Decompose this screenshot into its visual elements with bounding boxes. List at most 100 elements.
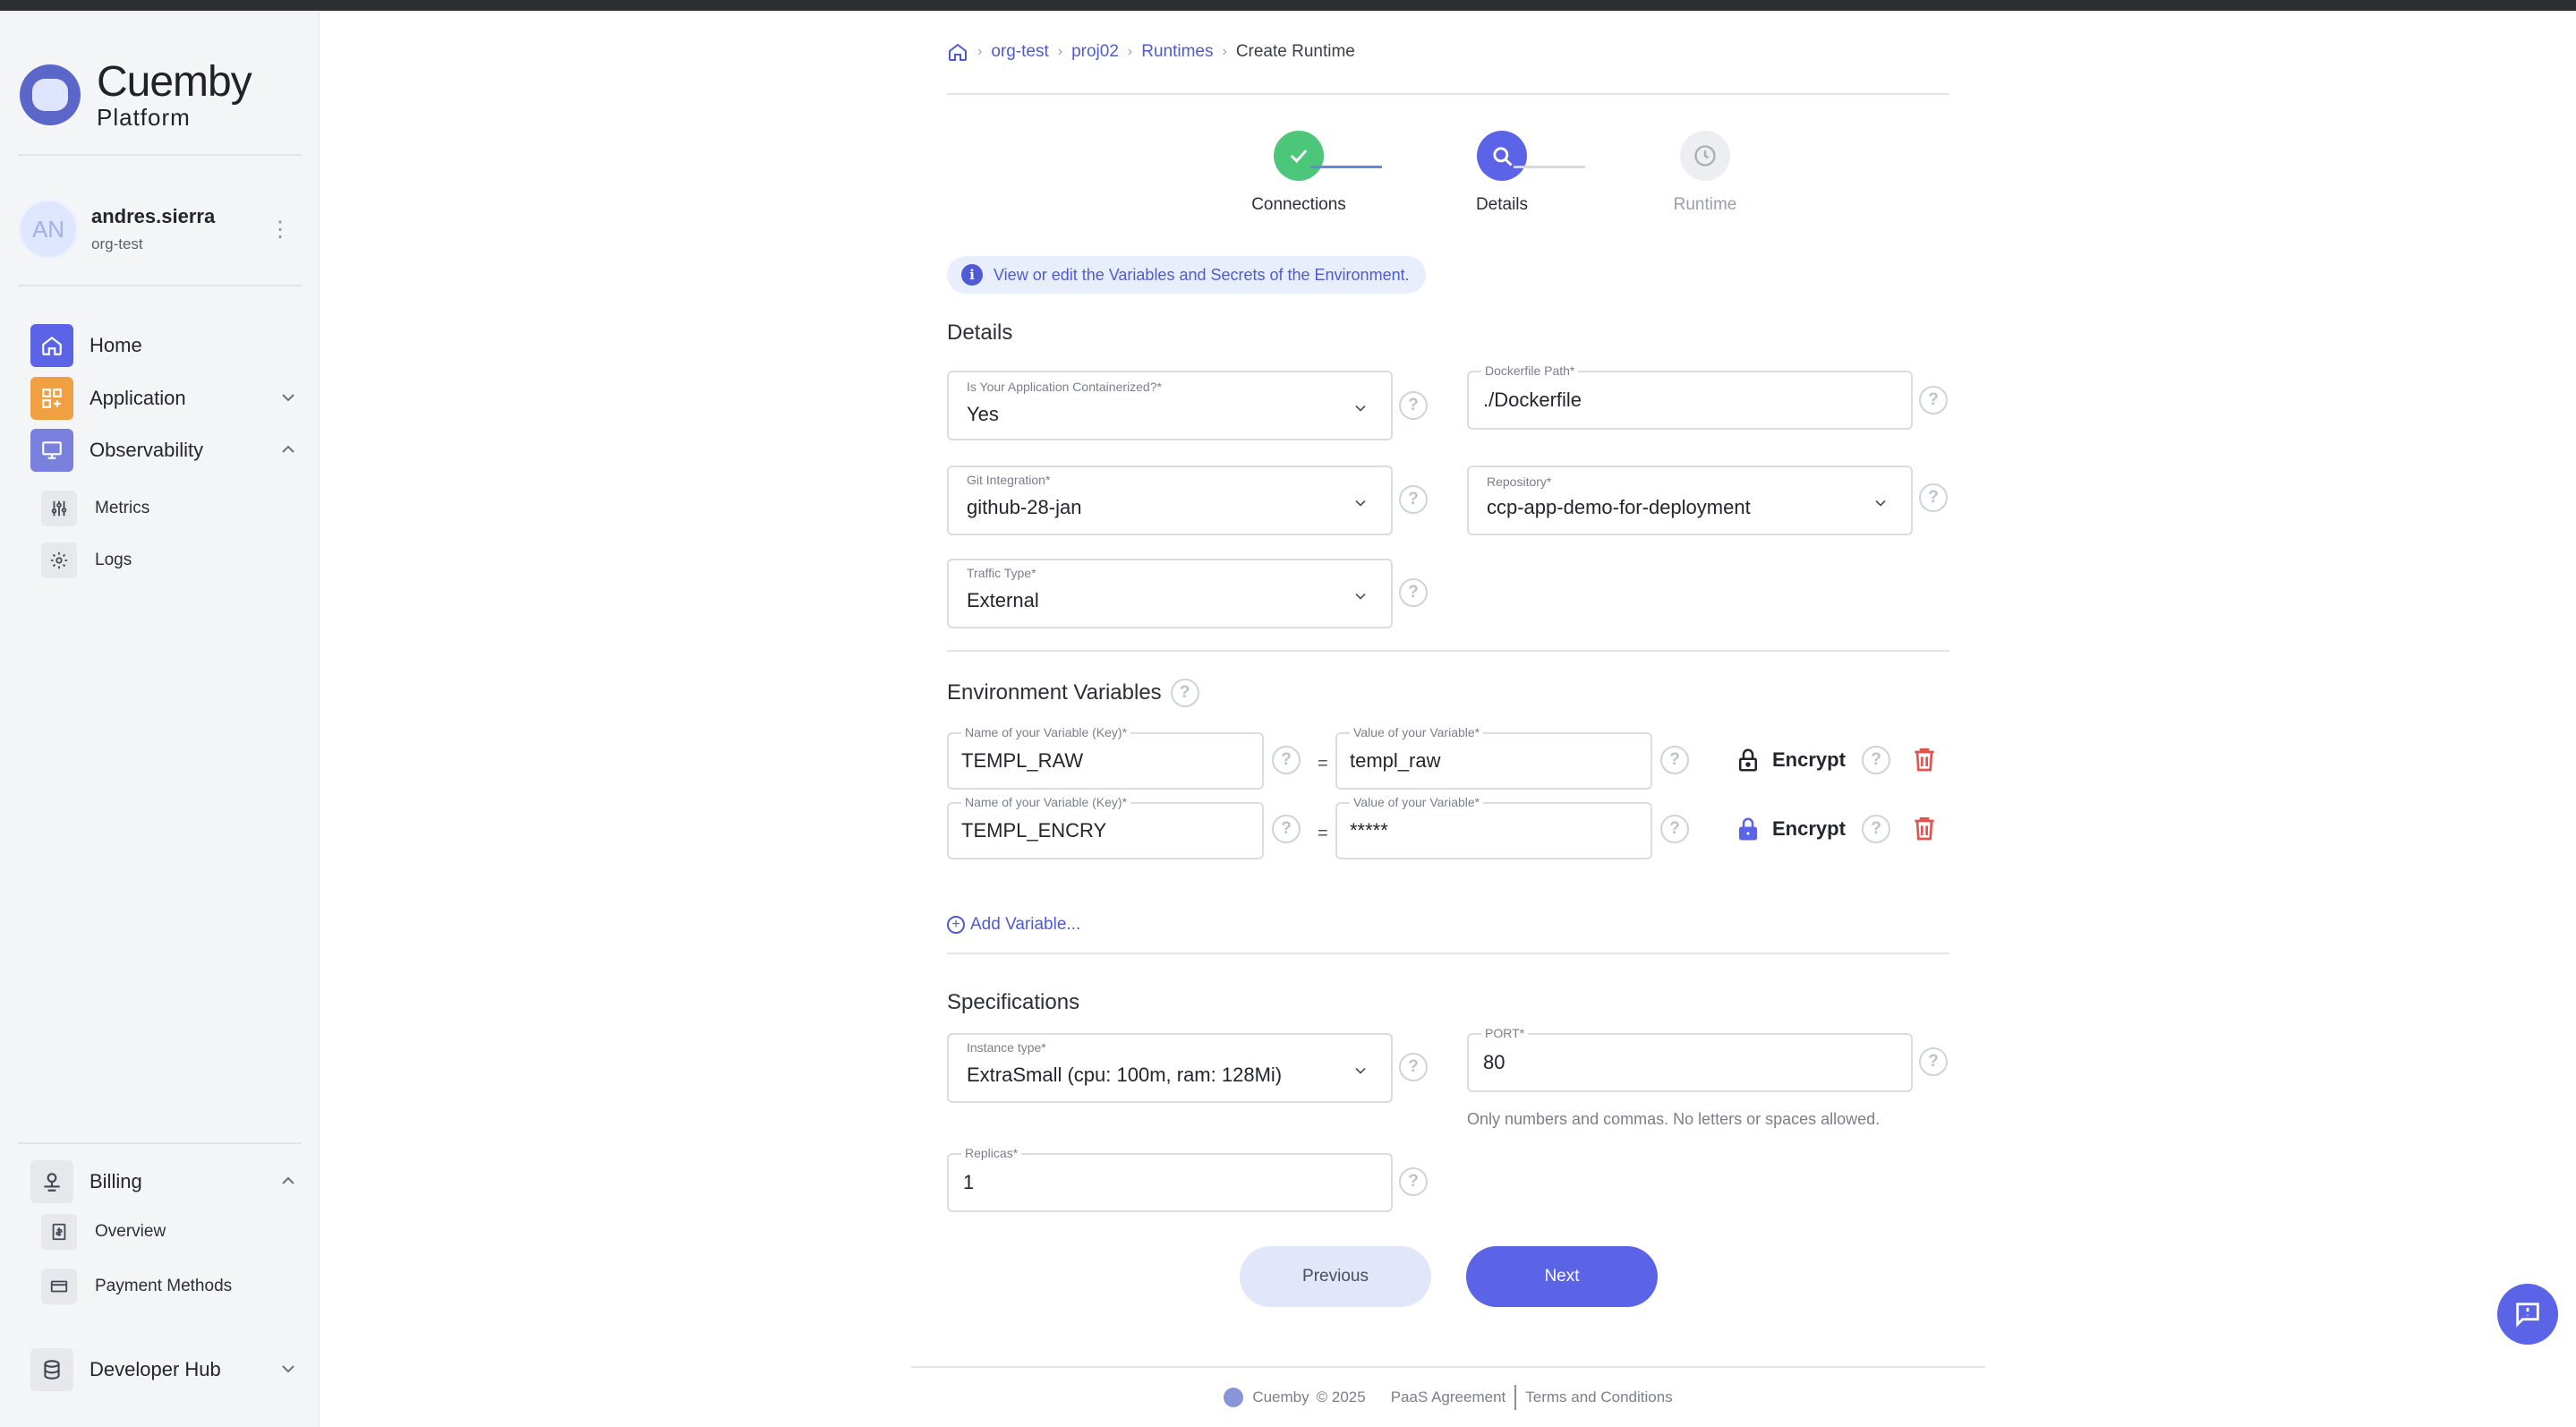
chevron-down-icon[interactable] <box>277 1358 299 1380</box>
sidebar-item-developer-hub[interactable]: Developer Hub <box>30 1347 299 1392</box>
help-icon[interactable]: ? <box>1399 391 1428 420</box>
breadcrumb-project[interactable]: proj02 <box>1071 42 1119 62</box>
sidebar-item-label: Metrics <box>95 499 150 517</box>
field-label: Traffic Type* <box>967 566 1036 580</box>
chevron-up-icon[interactable] <box>277 1170 299 1192</box>
help-icon[interactable]: ? <box>1272 815 1301 843</box>
env-key-input[interactable]: Name of your Variable (Key)* TEMPL_ENCRY <box>947 795 1264 859</box>
chevron-right-icon: › <box>1057 44 1063 59</box>
check-icon <box>1274 131 1324 181</box>
step-label: Runtime <box>1673 195 1737 214</box>
field-value: ccp-app-demo-for-deployment <box>1487 496 1751 518</box>
trash-icon[interactable] <box>1910 743 1939 775</box>
chat-button[interactable] <box>2497 1284 2558 1345</box>
env-vars-title: Environment Variables <box>947 680 1162 705</box>
breadcrumb-org[interactable]: org-test <box>991 42 1048 62</box>
specifications-title: Specifications <box>947 990 1080 1014</box>
port-hint: Only numbers and commas. No letters or s… <box>1467 1110 1881 1128</box>
sidebar-item-home[interactable]: Home <box>30 323 299 368</box>
home-icon[interactable] <box>947 41 968 63</box>
field-label: Value of your Variable* <box>1350 725 1484 739</box>
env-vars-header: Environment Variables ? <box>947 679 1199 707</box>
step-details[interactable]: Details <box>1430 131 1574 215</box>
help-icon[interactable]: ? <box>1919 1047 1948 1076</box>
encrypt-toggle[interactable]: Encrypt <box>1735 746 1846 774</box>
containerized-select[interactable]: Is Your Application Containerized?* Yes <box>947 371 1393 440</box>
breadcrumb-runtimes[interactable]: Runtimes <box>1141 42 1213 62</box>
add-variable-link[interactable]: + Add Variable... <box>947 915 1080 935</box>
sidebar-item-payment-methods[interactable]: Payment Methods <box>41 1267 232 1306</box>
add-variable-label: Add Variable... <box>970 915 1081 934</box>
git-integration-select[interactable]: Git Integration* github-28-jan <box>947 466 1393 535</box>
sidebar-item-label: Logs <box>95 551 132 569</box>
chevron-up-icon[interactable] <box>277 439 299 460</box>
section-divider <box>947 953 1949 954</box>
sidebar-item-label: Developer Hub <box>90 1358 221 1380</box>
field-label: Name of your Variable (Key)* <box>961 725 1131 739</box>
env-value-input[interactable]: Value of your Variable* ***** <box>1335 795 1652 859</box>
sidebar-item-label: Overview <box>95 1222 166 1241</box>
sidebar-item-application[interactable]: Application <box>30 376 299 421</box>
sidebar-item-logs[interactable]: Logs <box>41 541 132 580</box>
field-value: 80 <box>1483 1051 1506 1073</box>
help-icon[interactable]: ? <box>1399 485 1428 514</box>
step-label: Connections <box>1251 195 1346 214</box>
sidebar-item-overview[interactable]: Overview <box>41 1212 166 1252</box>
field-label: Value of your Variable* <box>1350 795 1484 809</box>
field-label: Dockerfile Path* <box>1481 363 1579 378</box>
terms-link[interactable]: Terms and Conditions <box>1525 1389 1672 1406</box>
help-icon[interactable]: ? <box>1399 1167 1428 1196</box>
unlock-icon <box>1739 748 1757 772</box>
help-icon[interactable]: ? <box>1272 746 1301 774</box>
chevron-down-icon[interactable] <box>277 387 299 408</box>
sidebar-item-observability[interactable]: Observability <box>30 428 299 473</box>
sidebar-item-label: Payment Methods <box>95 1277 233 1295</box>
help-icon[interactable]: ? <box>1399 578 1428 607</box>
encrypt-label: Encrypt <box>1772 748 1846 771</box>
sliders-icon <box>41 491 77 526</box>
repository-select[interactable]: Repository* ccp-app-demo-for-deployment <box>1467 466 1913 535</box>
help-icon[interactable]: ? <box>1660 815 1689 843</box>
instance-type-select[interactable]: Instance type* ExtraSmall (cpu: 100m, ra… <box>947 1033 1393 1103</box>
gear-icon <box>41 543 77 578</box>
field-value: External <box>967 589 1039 611</box>
replicas-input[interactable]: Replicas* 1 <box>947 1146 1393 1212</box>
encrypt-toggle[interactable]: Encrypt <box>1735 815 1846 843</box>
env-key-input[interactable]: Name of your Variable (Key)* TEMPL_RAW <box>947 725 1264 790</box>
next-button[interactable]: Next <box>1466 1246 1658 1307</box>
traffic-type-select[interactable]: Traffic Type* External <box>947 559 1393 628</box>
help-icon[interactable]: ? <box>1919 483 1948 512</box>
sidebar-item-billing[interactable]: Billing <box>30 1159 299 1204</box>
help-icon[interactable]: ? <box>1862 746 1890 774</box>
step-connections[interactable]: Connections <box>1227 131 1370 215</box>
footer: Cuemby © 2025 PaaS Agreement Terms and C… <box>911 1366 1985 1427</box>
cuemby-logo[interactable]: Cuemby Platform <box>20 61 252 129</box>
paas-agreement-link[interactable]: PaaS Agreement <box>1391 1389 1506 1406</box>
field-value: templ_raw <box>1350 749 1441 772</box>
billing-icon <box>30 1160 73 1203</box>
help-icon[interactable]: ? <box>1862 815 1890 843</box>
chevron-down-icon <box>1355 405 1366 412</box>
trash-icon[interactable] <box>1910 812 1939 844</box>
database-icon <box>30 1348 73 1391</box>
chevron-right-icon: › <box>1127 44 1133 59</box>
sidebar-item-label: Home <box>90 334 142 356</box>
sidebar-item-metrics[interactable]: Metrics <box>41 489 149 528</box>
window-top-bar <box>0 0 2576 11</box>
help-icon[interactable]: ? <box>1399 1053 1428 1081</box>
details-title: Details <box>947 320 1013 345</box>
port-input[interactable]: PORT* 80 <box>1467 1026 1913 1092</box>
dockerfile-path-input[interactable]: Dockerfile Path* ./Dockerfile <box>1467 363 1913 430</box>
env-value-input[interactable]: Value of your Variable* templ_raw <box>1335 725 1652 790</box>
field-label: PORT* <box>1481 1026 1529 1040</box>
help-icon[interactable]: ? <box>1660 746 1689 774</box>
logo-title: Cuemby <box>97 58 252 106</box>
help-icon[interactable]: ? <box>1919 386 1948 414</box>
cuemby-logo-icon <box>20 64 81 125</box>
previous-button[interactable]: Previous <box>1240 1246 1431 1307</box>
field-value: Yes <box>967 403 999 425</box>
clock-icon <box>1680 131 1730 181</box>
field-value: TEMPL_ENCRY <box>961 819 1107 842</box>
more-options-icon[interactable]: ⋮ <box>269 217 291 243</box>
help-icon[interactable]: ? <box>1170 679 1199 707</box>
